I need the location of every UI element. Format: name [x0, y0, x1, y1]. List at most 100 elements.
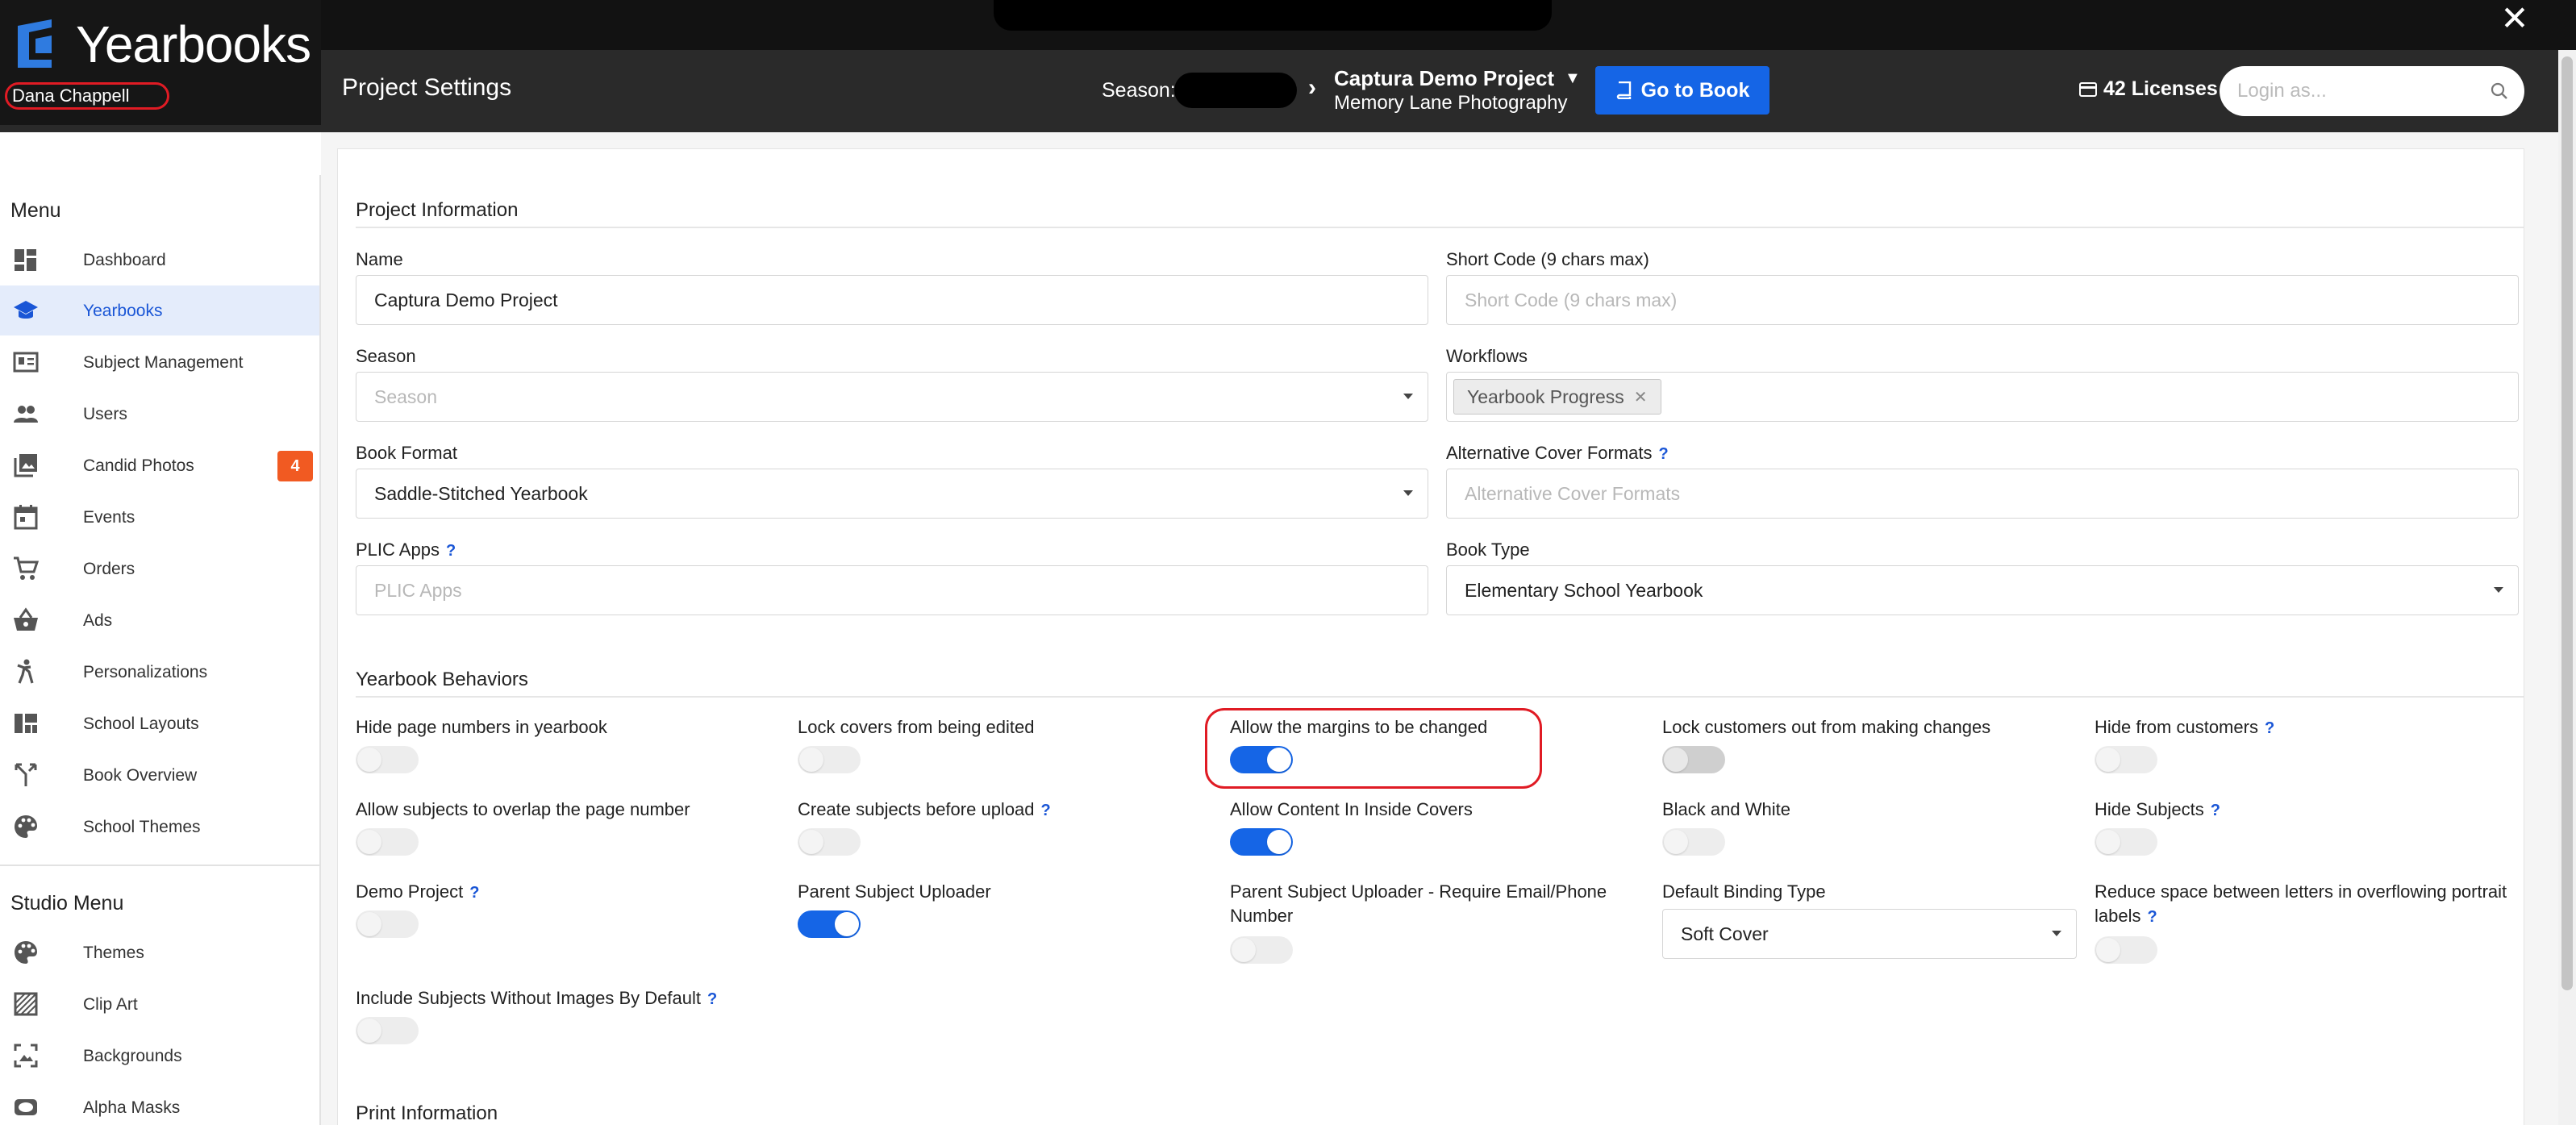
- help-icon[interactable]: ?: [2265, 719, 2274, 737]
- default-binding-select[interactable]: Soft Cover: [1662, 909, 2077, 959]
- yearbooks-logo-icon: [18, 19, 52, 68]
- default-binding-value: Soft Cover: [1681, 923, 1769, 944]
- user-name[interactable]: Dana Chappell: [5, 82, 169, 110]
- workflows-multiselect[interactable]: Yearbook Progress ✕: [1446, 372, 2519, 422]
- create-subjects-label: Create subjects before upload?: [798, 798, 1051, 823]
- sidebar-item-school-layouts[interactable]: School Layouts: [0, 698, 319, 748]
- allow-overlap-toggle[interactable]: [356, 828, 419, 856]
- go-to-book-button[interactable]: Go to Book: [1595, 66, 1769, 115]
- toggle-knob: [2096, 938, 2120, 962]
- close-icon[interactable]: ✕: [2497, 0, 2532, 37]
- basket-icon: [14, 607, 38, 631]
- black-white-toggle[interactable]: [1662, 828, 1725, 856]
- settings-card: Project Information Name Captura Demo Pr…: [337, 148, 2524, 1125]
- project-switcher-name[interactable]: Captura Demo Project: [1334, 66, 1554, 91]
- hide-subjects-toggle[interactable]: [2095, 828, 2157, 856]
- sidebar: Menu Dashboard Yearbooks Subject Managem…: [0, 175, 321, 1125]
- sidebar-item-events[interactable]: Events: [0, 492, 319, 542]
- help-icon[interactable]: ?: [446, 542, 456, 560]
- book-format-label: Book Format: [356, 443, 457, 463]
- help-icon[interactable]: ?: [1659, 445, 1669, 463]
- sidebar-item-label: Subject Management: [83, 353, 244, 372]
- season-value-redacted[interactable]: [1174, 73, 1297, 108]
- hide-page-numbers-toggle[interactable]: [356, 746, 419, 773]
- person-pose-icon: [17, 659, 34, 684]
- graduation-cap-icon: [14, 301, 38, 319]
- sidebar-item-school-themes[interactable]: School Themes: [0, 802, 319, 852]
- licenses-label: 42 Licenses: [2103, 77, 2218, 100]
- sidebar-item-dashboard[interactable]: Dashboard: [0, 235, 319, 285]
- sidebar-item-label: Users: [83, 405, 127, 423]
- sidebar-item-users[interactable]: Users: [0, 389, 319, 439]
- toggle-knob: [1232, 938, 1256, 962]
- help-icon[interactable]: ?: [2211, 802, 2220, 819]
- help-icon[interactable]: ?: [707, 990, 717, 1008]
- alt-cover-formats-input[interactable]: Alternative Cover Formats: [1446, 469, 2519, 519]
- parent-uploader-require-toggle[interactable]: [1230, 936, 1293, 964]
- help-icon[interactable]: ?: [2147, 908, 2157, 926]
- help-icon[interactable]: ?: [1041, 802, 1051, 819]
- licenses-indicator: 42 Licenses: [2079, 77, 2218, 101]
- toggle-knob: [357, 1019, 381, 1043]
- short-code-input[interactable]: Short Code (9 chars max): [1446, 275, 2519, 325]
- sidebar-item-label: Events: [83, 508, 135, 527]
- sidebar-item-yearbooks[interactable]: Yearbooks: [0, 285, 319, 335]
- sidebar-item-subject-management[interactable]: Subject Management: [0, 337, 319, 387]
- sidebar-item-candid-photos[interactable]: Candid Photos 4: [0, 440, 319, 490]
- allow-margins-toggle[interactable]: [1230, 746, 1293, 773]
- section-divider: [356, 696, 2524, 698]
- demo-project-toggle[interactable]: [356, 910, 419, 938]
- sidebar-item-ads[interactable]: Ads: [0, 595, 319, 645]
- remove-tag-icon[interactable]: ✕: [1634, 387, 1648, 407]
- sidebar-item-label: School Layouts: [83, 715, 199, 733]
- book-type-select[interactable]: Elementary School Yearbook: [1446, 565, 2519, 615]
- book-type-label: Book Type: [1446, 540, 1530, 560]
- sidebar-item-personalizations[interactable]: Personalizations: [0, 647, 319, 697]
- sidebar-item-orders[interactable]: Orders: [0, 544, 319, 594]
- sidebar-item-clip-art[interactable]: Clip Art: [0, 979, 319, 1029]
- search-icon[interactable]: [2491, 82, 2508, 100]
- include-subjects-toggle[interactable]: [356, 1017, 419, 1044]
- create-subjects-toggle[interactable]: [798, 828, 861, 856]
- caret-down-icon[interactable]: ▼: [1565, 69, 1581, 88]
- sidebar-item-alpha-masks[interactable]: Alpha Masks: [0, 1082, 319, 1125]
- black-white-label: Black and White: [1662, 799, 1790, 819]
- top-bar: ✕: [0, 0, 2576, 50]
- section-title-yearbook-behaviors: Yearbook Behaviors: [356, 669, 528, 690]
- toggle-knob: [1664, 748, 1688, 772]
- login-as-input[interactable]: [2237, 80, 2479, 102]
- reduce-space-line2: labels: [2095, 906, 2141, 926]
- lock-customers-toggle[interactable]: [1662, 746, 1725, 773]
- book-format-select[interactable]: Saddle-Stitched Yearbook: [356, 469, 1428, 519]
- sidebar-item-label: Personalizations: [83, 663, 208, 681]
- sidebar-item-backgrounds[interactable]: Backgrounds: [0, 1031, 319, 1081]
- help-icon[interactable]: ?: [469, 884, 479, 902]
- sidebar-item-themes[interactable]: Themes: [0, 927, 319, 977]
- lock-covers-toggle[interactable]: [798, 746, 861, 773]
- parent-uploader-toggle[interactable]: [798, 910, 861, 938]
- hide-subjects-label-text: Hide Subjects: [2095, 799, 2204, 819]
- reduce-space-toggle[interactable]: [2095, 936, 2157, 964]
- sidebar-item-book-overview[interactable]: Book Overview: [0, 750, 319, 800]
- hide-from-customers-toggle[interactable]: [2095, 746, 2157, 773]
- sidebar-item-label: Themes: [83, 944, 144, 962]
- candid-photos-count-badge: 4: [277, 451, 313, 481]
- season-select[interactable]: Season: [356, 372, 1428, 422]
- plic-apps-label: PLIC Apps?: [356, 540, 456, 560]
- allow-content-inside-toggle[interactable]: [1230, 828, 1293, 856]
- login-as-box[interactable]: [2220, 66, 2524, 116]
- plic-apps-input[interactable]: PLIC Apps: [356, 565, 1428, 615]
- toggle-knob: [357, 748, 381, 772]
- scrollbar-thumb[interactable]: [2561, 56, 2573, 990]
- name-input[interactable]: Captura Demo Project: [356, 275, 1428, 325]
- main-content: Project Information Name Captura Demo Pr…: [321, 132, 2558, 1125]
- section-title-project-information: Project Information: [356, 199, 519, 221]
- allow-content-inside-label: Allow Content In Inside Covers: [1230, 799, 1473, 819]
- book-format-value: Saddle-Stitched Yearbook: [374, 482, 588, 504]
- plic-apps-label-text: PLIC Apps: [356, 540, 440, 560]
- parent-uploader-require-line1: Parent Subject Uploader - Require Email/…: [1230, 881, 1607, 902]
- credit-card-icon: [2079, 81, 2097, 97]
- name-label: Name: [356, 249, 403, 269]
- page-scrollbar[interactable]: [2558, 50, 2576, 1125]
- section-title-print-information: Print Information: [356, 1102, 498, 1124]
